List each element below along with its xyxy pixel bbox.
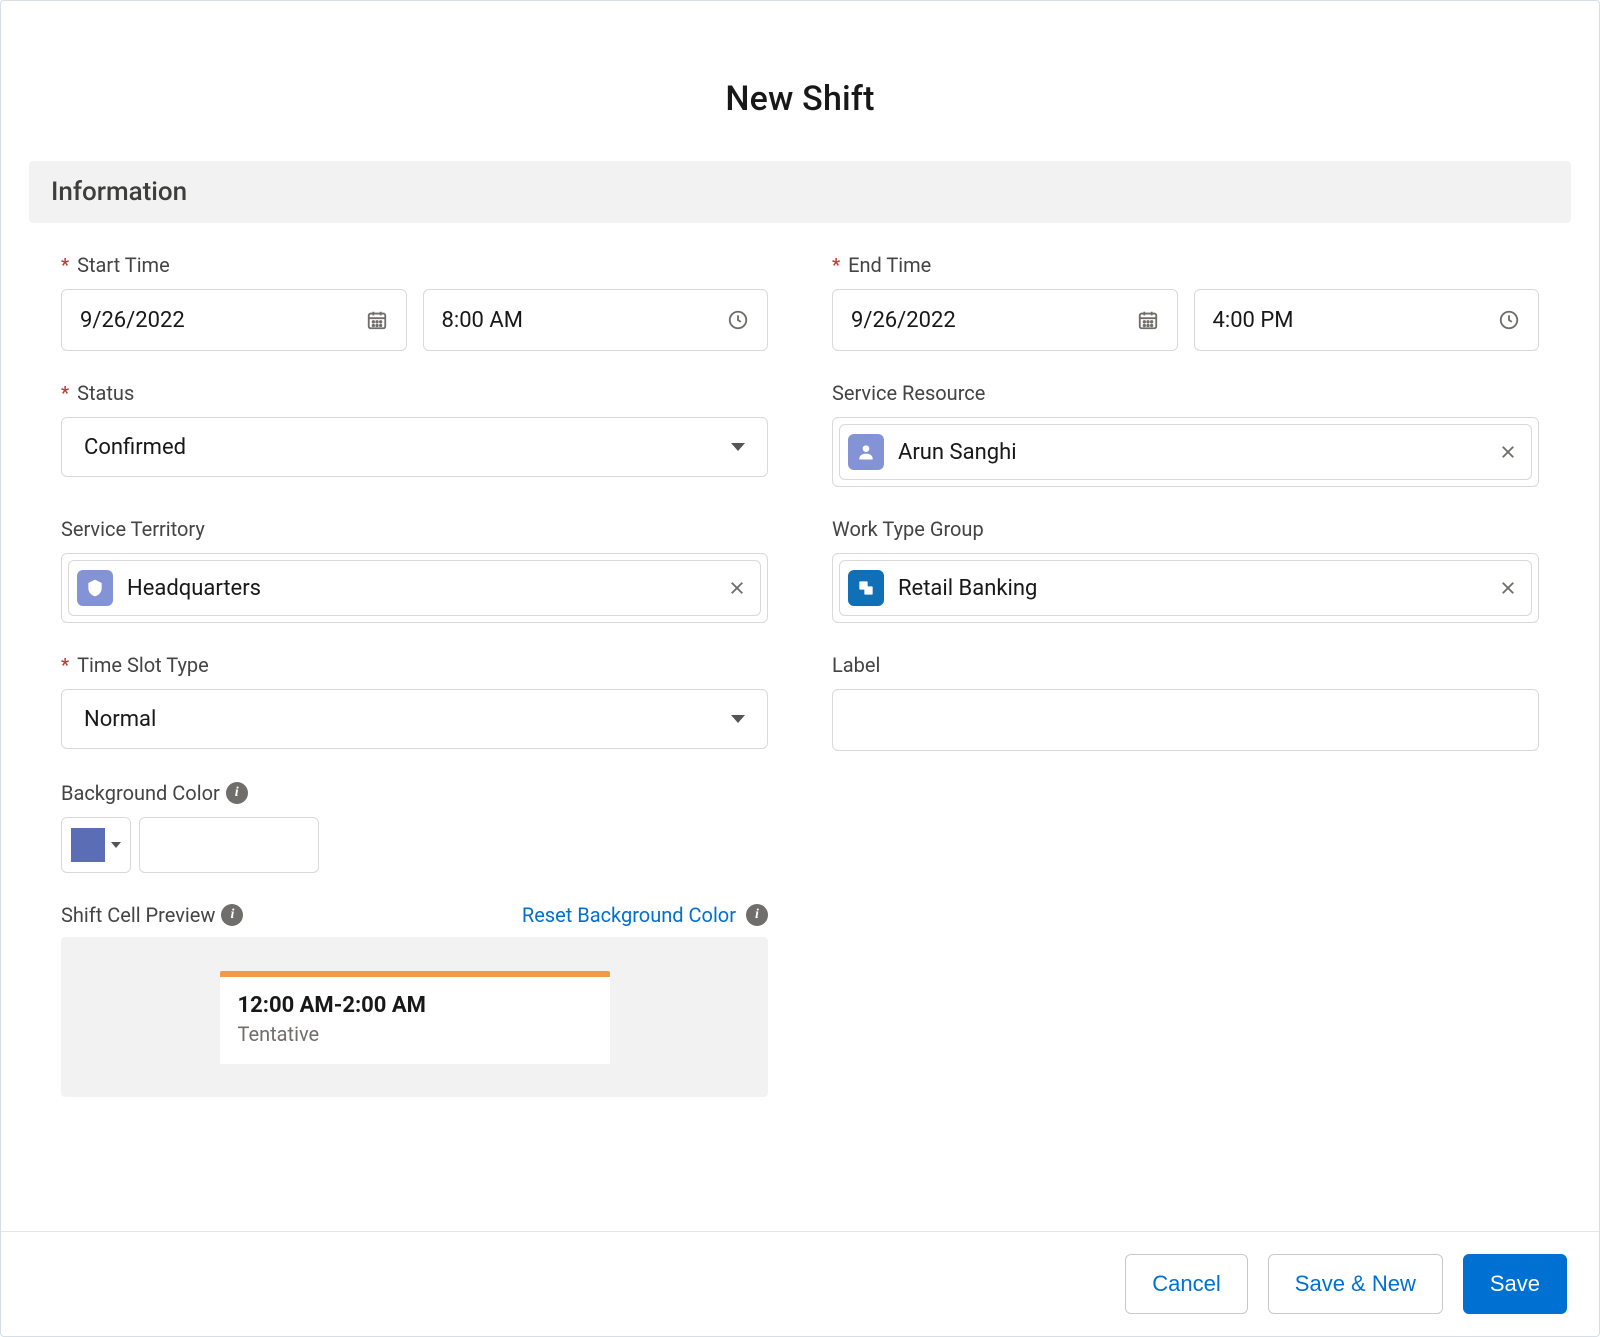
info-icon[interactable]: i (221, 904, 243, 926)
chevron-down-icon (731, 715, 745, 723)
start-time-label: Start Time (77, 253, 170, 277)
required-marker: * (61, 655, 69, 676)
field-shift-cell-preview: Shift Cell Preview i Reset Background Co… (61, 903, 768, 1097)
color-swatch-picker[interactable] (61, 817, 131, 873)
service-resource-label: Service Resource (832, 381, 985, 405)
remove-service-territory-button[interactable] (728, 579, 746, 597)
calendar-icon[interactable] (366, 309, 388, 331)
shift-preview-panel: 12:00 AM-2:00 AM Tentative (61, 937, 768, 1097)
shift-preview-status: Tentative (238, 1022, 592, 1046)
end-time-input[interactable]: 4:00 PM (1194, 289, 1540, 351)
label-input[interactable] (832, 689, 1539, 751)
calendar-icon[interactable] (1137, 309, 1159, 331)
end-date-value: 9/26/2022 (851, 308, 956, 333)
background-color-label: Background Color (61, 781, 220, 805)
start-date-value: 9/26/2022 (80, 308, 185, 333)
service-territory-label: Service Territory (61, 517, 205, 541)
required-marker: * (832, 255, 840, 276)
field-service-territory: Service Territory Headquarters (61, 517, 768, 623)
work-type-group-label: Work Type Group (832, 517, 984, 541)
end-time-label: End Time (848, 253, 931, 277)
color-hex-input[interactable] (139, 817, 319, 873)
field-status: * Status Confirmed (61, 381, 768, 487)
chevron-down-icon (731, 443, 745, 451)
work-type-group-value: Retail Banking (898, 576, 1485, 601)
start-date-input[interactable]: 9/26/2022 (61, 289, 407, 351)
field-label: Label (832, 653, 1539, 751)
service-resource-value: Arun Sanghi (898, 440, 1485, 465)
chevron-down-icon (111, 842, 121, 848)
cancel-button[interactable]: Cancel (1125, 1254, 1247, 1314)
save-and-new-button[interactable]: Save & New (1268, 1254, 1443, 1314)
time-slot-type-label: Time Slot Type (77, 653, 209, 677)
info-icon[interactable]: i (746, 904, 768, 926)
remove-work-type-group-button[interactable] (1499, 579, 1517, 597)
resource-icon (848, 434, 884, 470)
end-date-input[interactable]: 9/26/2022 (832, 289, 1178, 351)
shift-preview-card: 12:00 AM-2:00 AM Tentative (220, 971, 610, 1064)
clock-icon[interactable] (727, 309, 749, 331)
work-type-group-pill: Retail Banking (839, 560, 1532, 616)
field-service-resource: Service Resource Arun Sanghi (832, 381, 1539, 487)
shift-preview-time: 12:00 AM-2:00 AM (238, 993, 592, 1018)
save-button[interactable]: Save (1463, 1254, 1567, 1314)
start-time-input[interactable]: 8:00 AM (423, 289, 769, 351)
required-marker: * (61, 383, 69, 404)
work-type-group-lookup[interactable]: Retail Banking (832, 553, 1539, 623)
clock-icon[interactable] (1498, 309, 1520, 331)
field-time-slot-type: * Time Slot Type Normal (61, 653, 768, 751)
worktype-icon (848, 570, 884, 606)
modal-title: New Shift (29, 79, 1571, 119)
end-time-value: 4:00 PM (1213, 308, 1294, 333)
label-field-label: Label (832, 653, 880, 677)
time-slot-type-value: Normal (84, 707, 156, 732)
service-territory-value: Headquarters (127, 576, 714, 601)
status-select[interactable]: Confirmed (61, 417, 768, 477)
modal-footer: Cancel Save & New Save (1, 1231, 1599, 1336)
required-marker: * (61, 255, 69, 276)
info-icon[interactable]: i (226, 782, 248, 804)
service-resource-pill: Arun Sanghi (839, 424, 1532, 480)
reset-background-color-text: Reset Background Color (522, 903, 736, 927)
section-information-header: Information (29, 161, 1571, 223)
status-value: Confirmed (84, 435, 186, 460)
service-resource-lookup[interactable]: Arun Sanghi (832, 417, 1539, 487)
status-label: Status (77, 381, 134, 405)
shift-cell-preview-label: Shift Cell Preview (61, 903, 215, 927)
field-work-type-group: Work Type Group Retail Banking (832, 517, 1539, 623)
color-swatch (71, 828, 105, 862)
start-time-value: 8:00 AM (442, 308, 523, 333)
field-start-time: * Start Time 9/26/2022 (61, 253, 768, 351)
remove-service-resource-button[interactable] (1499, 443, 1517, 461)
field-background-color: Background Color i (61, 781, 768, 873)
field-end-time: * End Time 9/26/2022 (832, 253, 1539, 351)
time-slot-type-select[interactable]: Normal (61, 689, 768, 749)
service-territory-lookup[interactable]: Headquarters (61, 553, 768, 623)
new-shift-modal: New Shift Information * Start Time 9/26/… (0, 0, 1600, 1337)
service-territory-pill: Headquarters (68, 560, 761, 616)
territory-icon (77, 570, 113, 606)
reset-background-color-link[interactable]: Reset Background Color i (522, 903, 768, 927)
